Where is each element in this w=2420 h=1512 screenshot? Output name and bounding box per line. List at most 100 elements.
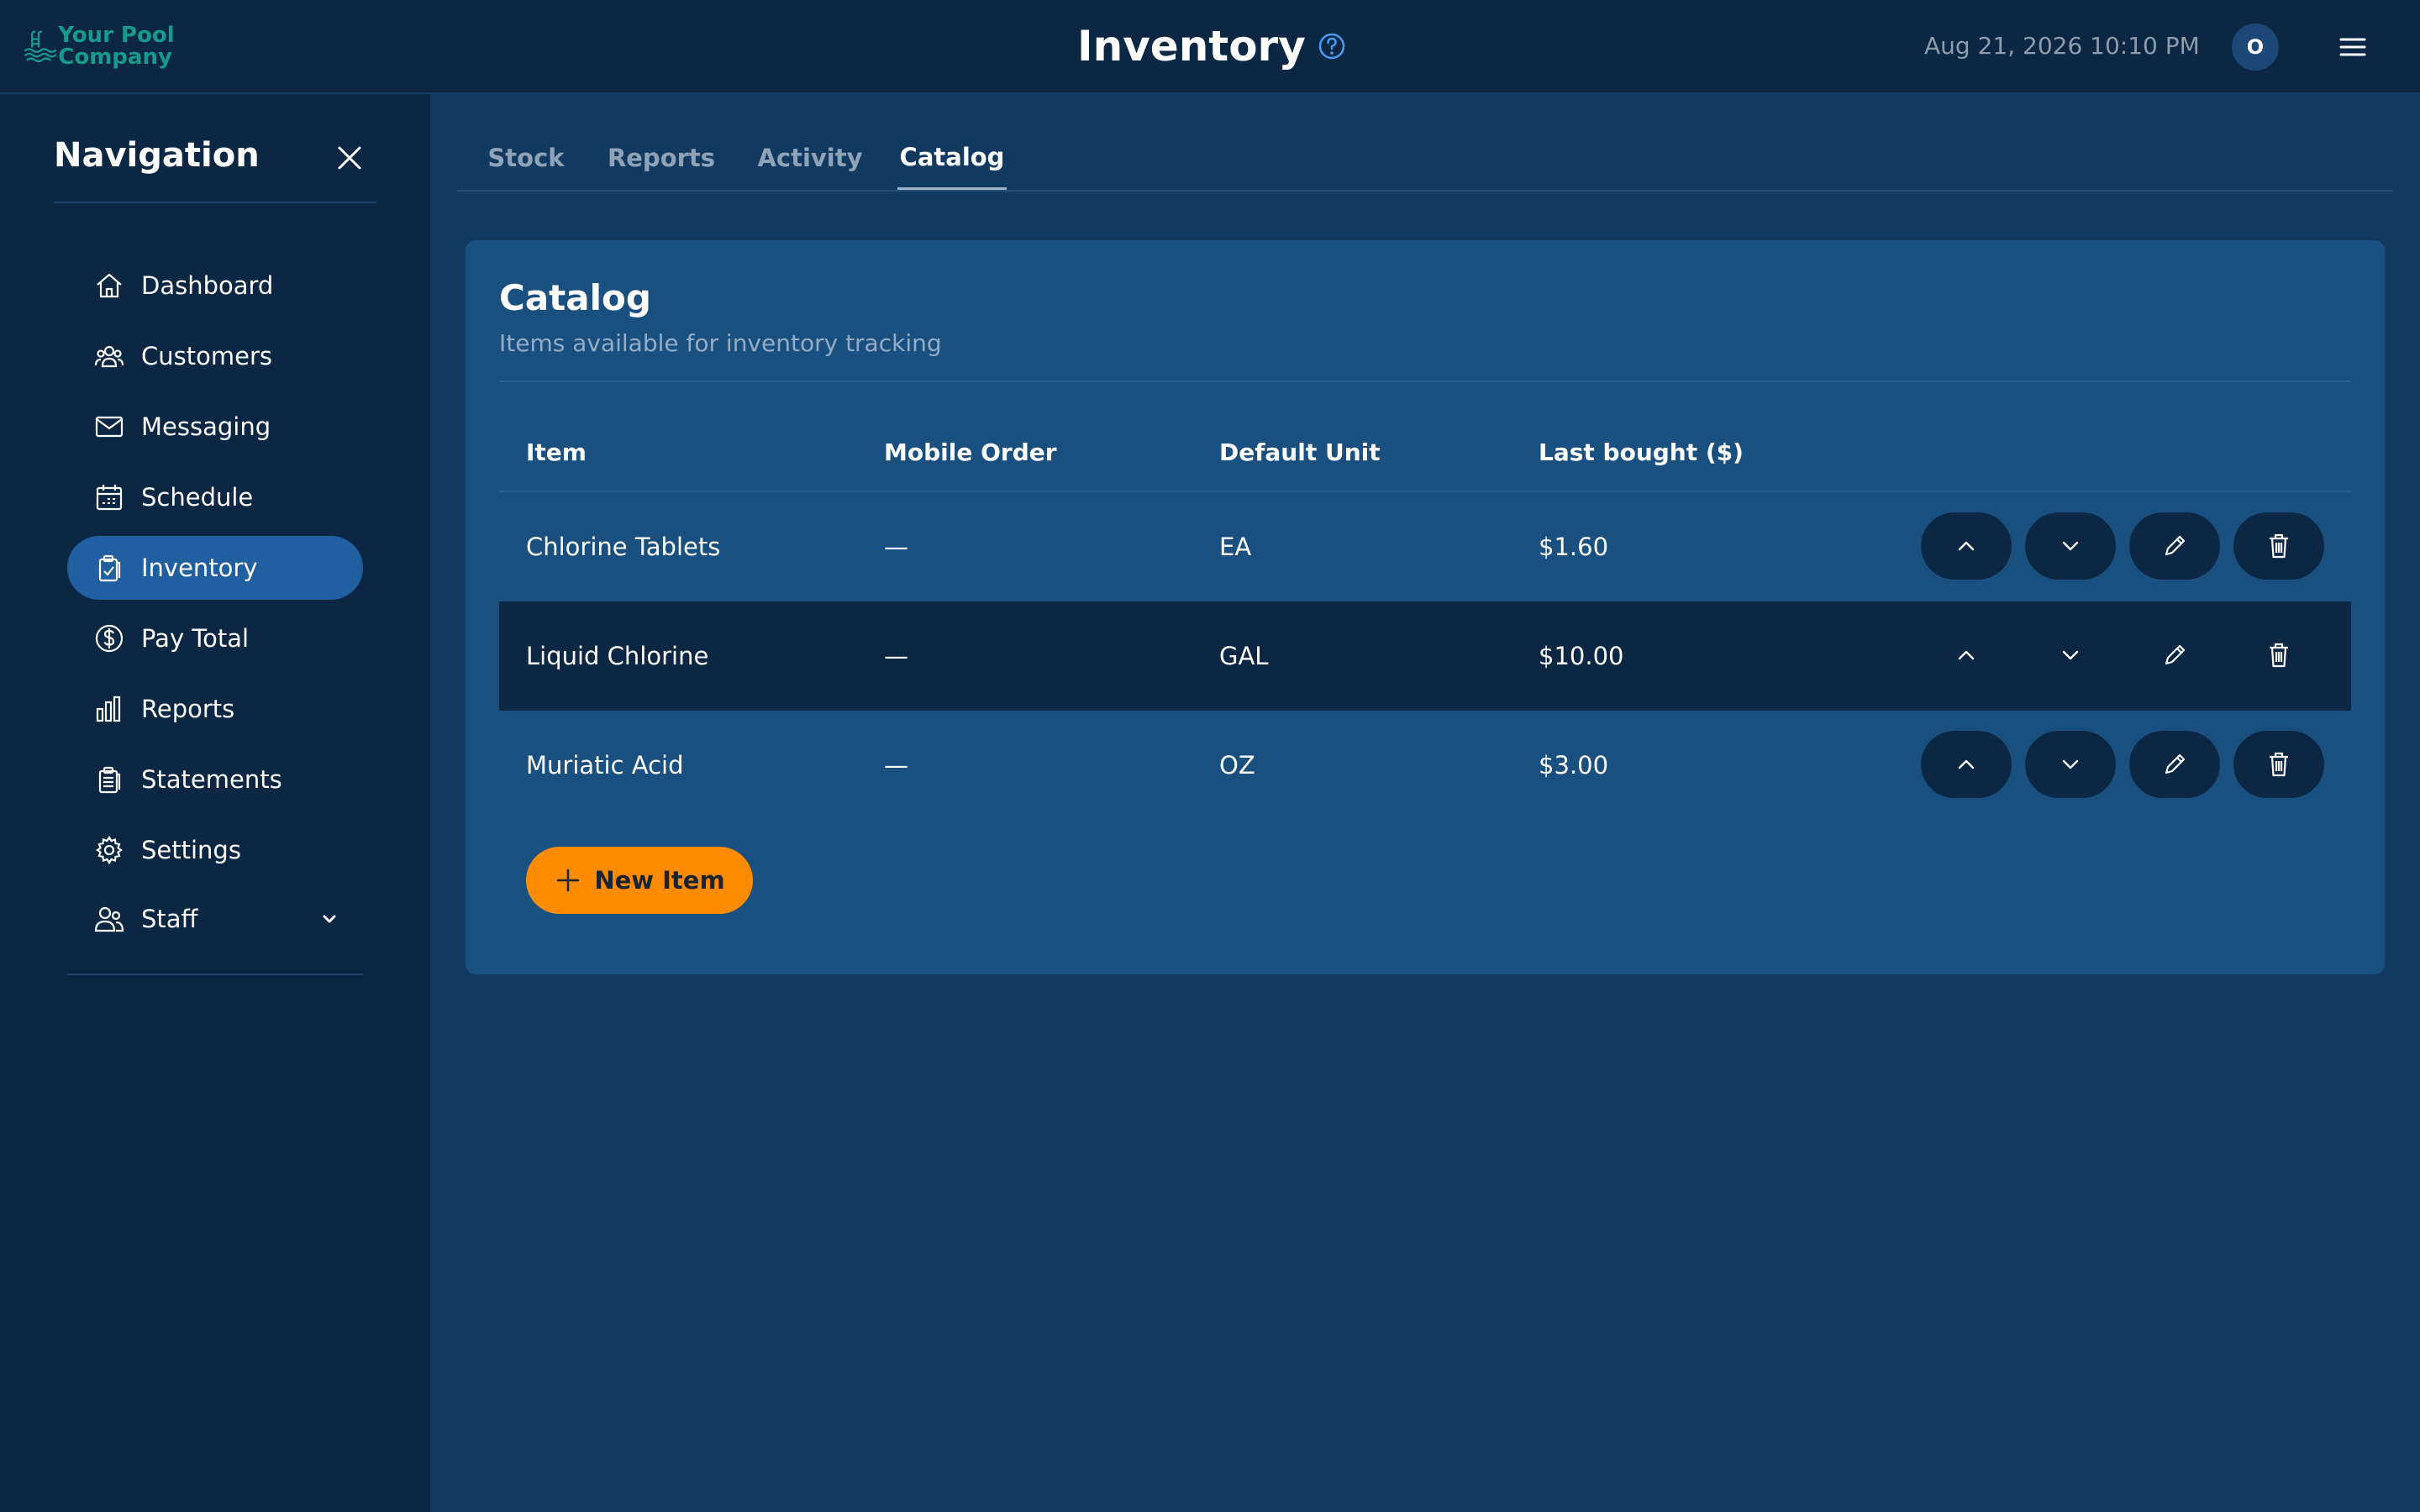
sidebar-item-pay-total[interactable]: Pay Total	[67, 606, 363, 670]
clipboard-check-icon	[92, 551, 126, 585]
sidebar-item-schedule[interactable]: Schedule	[67, 465, 363, 529]
sidebar-title: Navigation	[54, 136, 260, 175]
sidebar-item-customers[interactable]: Customers	[67, 324, 363, 388]
tab-catalog[interactable]: Catalog	[897, 126, 1007, 190]
chevron-down-icon	[2062, 759, 2079, 769]
trash-icon	[2270, 533, 2288, 559]
sidebar-item-label: Dashboard	[141, 271, 274, 300]
page-title: Inventory	[1077, 22, 1306, 71]
avatar[interactable]: O	[2232, 24, 2279, 71]
sidebar-item-label: Messaging	[141, 412, 271, 441]
move-down-button[interactable]	[2025, 512, 2116, 580]
column-header-default-unit: Default Unit	[1219, 438, 1381, 466]
sidebar-divider	[67, 974, 363, 975]
catalog-card: Catalog Items available for inventory tr…	[466, 240, 2385, 974]
trash-icon	[2270, 752, 2288, 777]
column-header-mobile-order: Mobile Order	[884, 438, 1057, 466]
last-bought: $3.00	[1539, 751, 1609, 780]
sidebar-item-reports[interactable]: Reports	[67, 677, 363, 741]
tab-bar: Stock Reports Activity Catalog	[457, 126, 2393, 192]
move-down-button[interactable]	[2025, 622, 2116, 689]
table-row: Liquid Chlorine — GAL $10.00	[499, 601, 2351, 711]
sidebar-item-staff[interactable]: Staff	[67, 887, 363, 951]
last-bought: $1.60	[1539, 533, 1609, 561]
table-row: Chlorine Tablets — EA $1.60	[499, 492, 2351, 601]
pencil-icon	[2165, 753, 2186, 774]
sidebar-item-label: Statements	[141, 765, 282, 794]
edit-button[interactable]	[2129, 512, 2220, 580]
sidebar-item-messaging[interactable]: Messaging	[67, 395, 363, 459]
delete-button[interactable]	[2233, 622, 2324, 689]
last-bought: $10.00	[1539, 642, 1624, 670]
tab-activity[interactable]: Activity	[756, 126, 864, 190]
sidebar-divider	[54, 202, 376, 203]
trash-icon	[2270, 643, 2288, 668]
move-up-button[interactable]	[1921, 622, 2012, 689]
chevron-down-icon	[2062, 650, 2079, 660]
sidebar-item-settings[interactable]: Settings	[67, 818, 363, 882]
new-item-button[interactable]: New Item	[526, 847, 753, 914]
delete-button[interactable]	[2233, 731, 2324, 798]
item-name: Muriatic Acid	[526, 751, 684, 780]
plus-icon	[557, 869, 580, 892]
sidebar-item-statements[interactable]: Statements	[67, 748, 363, 811]
card-divider	[499, 381, 2351, 382]
home-icon	[92, 269, 126, 302]
move-up-button[interactable]	[1921, 731, 2012, 798]
logo-text: Your Pool Company	[58, 23, 175, 70]
sidebar-item-label: Customers	[141, 342, 272, 370]
users-icon	[92, 339, 126, 373]
tab-reports[interactable]: Reports	[607, 126, 716, 190]
tab-stock[interactable]: Stock	[484, 126, 568, 190]
sidebar-item-label: Staff	[141, 905, 198, 933]
move-up-button[interactable]	[1921, 512, 2012, 580]
default-unit: EA	[1219, 533, 1252, 561]
datetime-display: Aug 21, 2026 10:10 PM	[1924, 32, 2200, 60]
document-icon	[92, 763, 126, 796]
top-bar: Your Pool Company Inventory Aug 21, 2026…	[0, 0, 2420, 94]
card-title: Catalog	[499, 277, 651, 318]
bar-chart-icon	[92, 692, 126, 726]
pencil-icon	[2165, 535, 2186, 556]
company-logo[interactable]: Your Pool Company	[24, 17, 192, 76]
page-title-group: Inventory	[1077, 18, 1346, 74]
calendar-icon	[92, 480, 126, 514]
sidebar-item-inventory[interactable]: Inventory	[67, 536, 363, 600]
chevron-up-icon	[1958, 650, 1975, 660]
delete-button[interactable]	[2233, 512, 2324, 580]
card-subtitle: Items available for inventory tracking	[499, 329, 942, 357]
edit-button[interactable]	[2129, 622, 2220, 689]
chevron-up-icon	[1958, 541, 1975, 551]
default-unit: OZ	[1219, 751, 1255, 780]
hamburger-menu-icon[interactable]	[2336, 30, 2370, 64]
mobile-order: —	[884, 642, 908, 670]
mobile-order: —	[884, 751, 908, 780]
mail-icon	[92, 410, 126, 444]
chevron-down-icon	[2062, 541, 2079, 551]
sidebar-item-label: Settings	[141, 836, 241, 864]
table-header: Item Mobile Order Default Unit Last boug…	[499, 408, 2351, 492]
default-unit: GAL	[1219, 642, 1269, 670]
new-item-label: New Item	[594, 866, 725, 895]
close-icon[interactable]	[333, 141, 366, 175]
column-header-item: Item	[526, 438, 587, 466]
item-name: Chlorine Tablets	[526, 533, 721, 561]
sidebar-item-label: Schedule	[141, 483, 254, 512]
edit-button[interactable]	[2129, 731, 2220, 798]
mobile-order: —	[884, 533, 908, 561]
item-name: Liquid Chlorine	[526, 642, 709, 670]
help-icon[interactable]	[1318, 32, 1346, 60]
move-down-button[interactable]	[2025, 731, 2116, 798]
column-header-last-bought: Last bought ($)	[1539, 438, 1744, 466]
chevron-down-icon[interactable]	[316, 906, 343, 932]
chevron-up-icon	[1958, 759, 1975, 769]
table-row: Muriatic Acid — OZ $3.00	[499, 711, 2351, 820]
sidebar-item-label: Pay Total	[141, 624, 250, 653]
sidebar-item-label: Inventory	[141, 554, 258, 582]
sidebar-item-label: Reports	[141, 695, 235, 723]
sidebar-item-dashboard[interactable]: Dashboard	[67, 254, 363, 318]
dollar-icon	[92, 622, 126, 655]
gear-icon	[92, 833, 126, 867]
pool-ladder-icon	[24, 30, 57, 63]
staff-icon	[92, 902, 126, 936]
